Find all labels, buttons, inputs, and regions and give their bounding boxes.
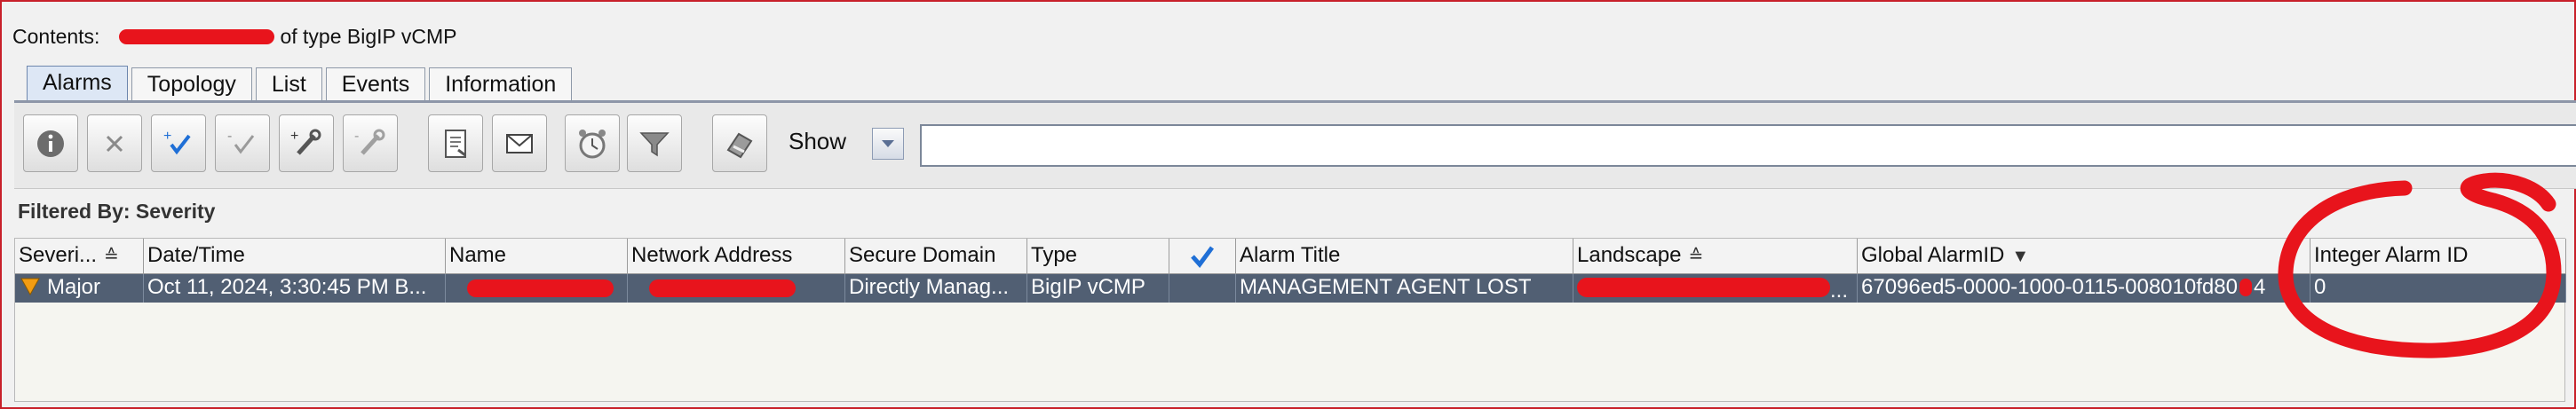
table-cell-severity[interactable]: Major (15, 274, 144, 303)
chevron-down-icon (882, 140, 894, 147)
redacted-name (467, 279, 614, 297)
application-window: Contents: of type BigIP vCMP Alarms Topo… (0, 0, 2576, 409)
table-cell-name[interactable] (446, 274, 628, 303)
assign-trouble-ticket-button[interactable]: + (279, 114, 334, 172)
table-cell-secure-domain[interactable]: Directly Manag... (845, 274, 1027, 303)
column-header-alarm-title[interactable]: Alarm Title (1236, 239, 1573, 274)
redacted-landscape (1577, 278, 1830, 297)
landscape-suffix: ... (1830, 279, 1849, 303)
acknowledge-add-icon: + (163, 129, 191, 154)
tab-list[interactable]: List (255, 67, 322, 101)
filter-button[interactable] (627, 114, 682, 172)
column-header-label: Secure Domain (849, 243, 996, 267)
table-cell-alarm-title[interactable]: MANAGEMENT AGENT LOST (1236, 274, 1573, 303)
column-header-label: Type (1031, 243, 1078, 267)
column-header-severity[interactable]: Severi... ≙ (15, 239, 144, 274)
column-header-label: Severi... (19, 243, 98, 267)
alarm-clock-icon (579, 129, 606, 158)
tab-bar: Alarms Topology List Events Information (27, 66, 575, 101)
table-cell-type[interactable]: BigIP vCMP (1027, 274, 1169, 303)
tools-button[interactable] (712, 114, 767, 172)
show-label: Show (789, 128, 847, 154)
report-button[interactable] (428, 114, 483, 172)
tab-events[interactable]: Events (325, 67, 426, 101)
severity-major-icon (20, 278, 40, 296)
tab-information[interactable]: Information (429, 67, 573, 101)
report-icon (445, 129, 466, 158)
clear-alarm-button[interactable] (87, 114, 142, 172)
column-header-acknowledged[interactable] (1169, 239, 1236, 274)
column-header-type[interactable]: Type (1027, 239, 1169, 274)
column-header-landscape[interactable]: Landscape ≙ (1573, 239, 1858, 274)
assign-trouble-remove-icon: - (354, 129, 385, 155)
sort-descending-icon: ▼ (2011, 247, 2030, 266)
column-header-label: Alarm Title (1240, 243, 1341, 267)
acknowledge-button[interactable]: + (151, 114, 206, 172)
alarm-toolbar: + - + - Show (14, 103, 2576, 189)
contents-prefix: Contents: (12, 24, 100, 48)
remove-trouble-ticket-button[interactable]: - (343, 114, 398, 172)
alarm-table: Severi... ≙ Date/Time Name Network Addres… (14, 238, 2566, 402)
annotation-highlight-circle (2278, 172, 2562, 358)
svg-text:+: + (163, 129, 171, 144)
column-header-label: Landscape (1577, 243, 1682, 267)
acknowledge-remove-icon: - (227, 129, 255, 153)
annotation-mark (2239, 279, 2252, 296)
sort-icon: ≙ (1688, 247, 1704, 266)
search-input[interactable] (920, 124, 2576, 167)
svg-text:-: - (227, 129, 232, 144)
tools-icon (726, 132, 753, 158)
assign-trouble-add-icon: + (290, 129, 321, 155)
tab-alarms[interactable]: Alarms (27, 66, 128, 101)
table-cell-global-alarm-id[interactable]: 67096ed5-0000-1000-0115-008010fd80 4 (1858, 274, 2310, 303)
column-header-label: Network Address (631, 243, 793, 267)
filter-status: Filtered By: Severity (18, 200, 216, 223)
column-header-network-address[interactable]: Network Address (628, 239, 845, 274)
clear-icon (106, 135, 123, 152)
column-header-secure-domain[interactable]: Secure Domain (845, 239, 1027, 274)
redacted-contents-name (119, 28, 275, 44)
email-button[interactable] (492, 114, 547, 172)
column-header-global-alarm-id[interactable]: Global AlarmID ▼ (1858, 239, 2310, 274)
redacted-network-address (649, 279, 796, 297)
global-alarm-id-text: 67096ed5-0000-1000-0115-008010fd80 (1861, 275, 2238, 299)
table-cell-network-address[interactable] (628, 274, 845, 303)
tab-topology[interactable]: Topology (131, 67, 252, 101)
column-header-name[interactable]: Name (446, 239, 628, 274)
table-cell-landscape[interactable]: ... (1573, 274, 1858, 303)
svg-text:+: + (290, 129, 298, 144)
sort-icon: ≙ (104, 247, 119, 266)
email-icon (506, 133, 533, 153)
global-alarm-id-tail: 4 (2253, 275, 2266, 299)
checkmark-icon (1191, 246, 1215, 268)
show-dropdown-button[interactable] (872, 128, 904, 160)
info-button[interactable] (23, 114, 78, 172)
table-cell-datetime[interactable]: Oct 11, 2024, 3:30:45 PM B... (144, 274, 446, 303)
severity-text: Major (47, 275, 101, 299)
info-icon (37, 130, 64, 157)
contents-header: Contents: of type BigIP vCMP (12, 14, 456, 59)
unacknowledge-button[interactable]: - (215, 114, 270, 172)
filter-icon (639, 131, 670, 156)
contents-suffix: of type BigIP vCMP (280, 24, 457, 48)
alarm-clock-button[interactable] (565, 114, 620, 172)
column-header-label: Global AlarmID (1861, 243, 2005, 267)
column-header-datetime[interactable]: Date/Time (144, 239, 446, 274)
column-header-label: Date/Time (147, 243, 245, 267)
column-header-label: Name (449, 243, 507, 267)
table-cell-acknowledged[interactable] (1169, 274, 1236, 303)
svg-text:-: - (354, 129, 359, 144)
